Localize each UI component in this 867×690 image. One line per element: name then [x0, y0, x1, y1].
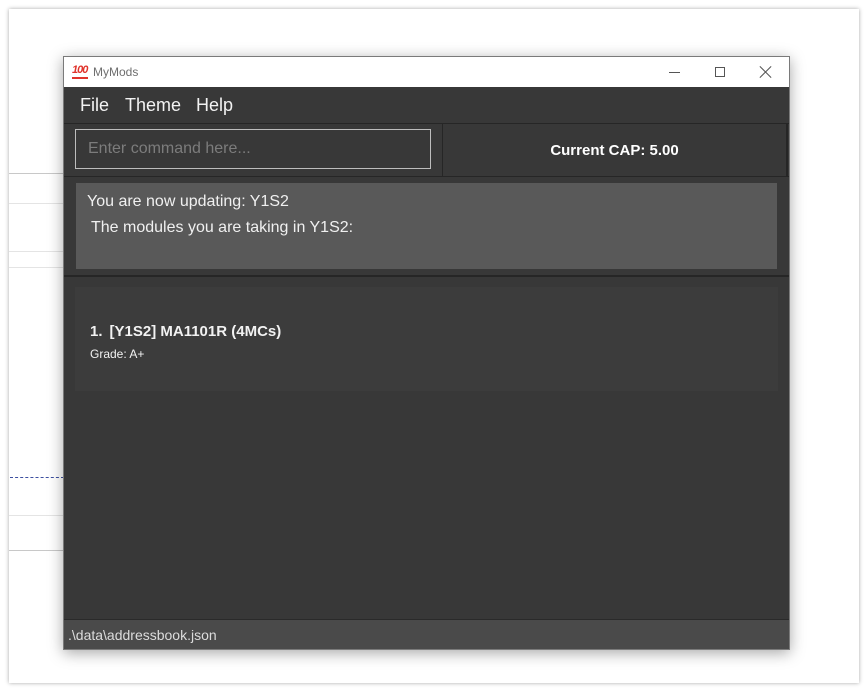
close-button[interactable] [743, 57, 789, 87]
module-index: 1. [90, 323, 103, 340]
status-bar: .\data\addressbook.json [64, 619, 789, 649]
minimize-button[interactable] [651, 57, 697, 87]
menu-bar: File Theme Help [64, 88, 789, 124]
result-line-updating: You are now updating: Y1S2 [87, 193, 289, 210]
module-grade: Grade: A+ [90, 347, 145, 361]
menu-theme[interactable]: Theme [125, 95, 181, 116]
command-row: Current CAP: 5.00 [64, 124, 789, 176]
hundred-points-icon: 100 [72, 63, 88, 79]
save-file-path: .\data\addressbook.json [68, 627, 217, 643]
background-divider [9, 251, 63, 252]
module-title: [Y1S2] MA1101R (4MCs) [109, 323, 282, 340]
maximize-button[interactable] [697, 57, 743, 87]
current-cap-label: Current CAP: 5.00 [550, 141, 679, 159]
close-icon [760, 66, 772, 78]
background-divider [9, 550, 63, 551]
module-list: 1. [Y1S2] MA1101R (4MCs) Grade: A+ [64, 277, 789, 619]
background-divider [9, 203, 63, 204]
minimize-icon [668, 71, 680, 73]
window-title: MyMods [93, 65, 139, 79]
app-window: 100 MyMods File Theme Help Current CAP: … [63, 56, 790, 650]
menu-help[interactable]: Help [196, 95, 233, 116]
result-display: You are now updating: Y1S2 The modules y… [76, 183, 777, 269]
title-bar[interactable]: 100 MyMods [64, 57, 789, 87]
command-input[interactable] [75, 129, 431, 169]
module-heading: 1. [Y1S2] MA1101R (4MCs) [90, 323, 281, 340]
cap-display: Current CAP: 5.00 [442, 124, 788, 176]
background-dashed-line [10, 477, 64, 478]
result-line-modules: The modules you are taking in Y1S2: [91, 219, 354, 236]
background-divider [9, 267, 63, 268]
maximize-icon [715, 67, 725, 77]
divider [64, 176, 789, 177]
menu-file[interactable]: File [80, 95, 109, 116]
module-card[interactable]: 1. [Y1S2] MA1101R (4MCs) Grade: A+ [75, 287, 778, 391]
background-divider [9, 173, 63, 174]
background-divider [9, 515, 63, 516]
